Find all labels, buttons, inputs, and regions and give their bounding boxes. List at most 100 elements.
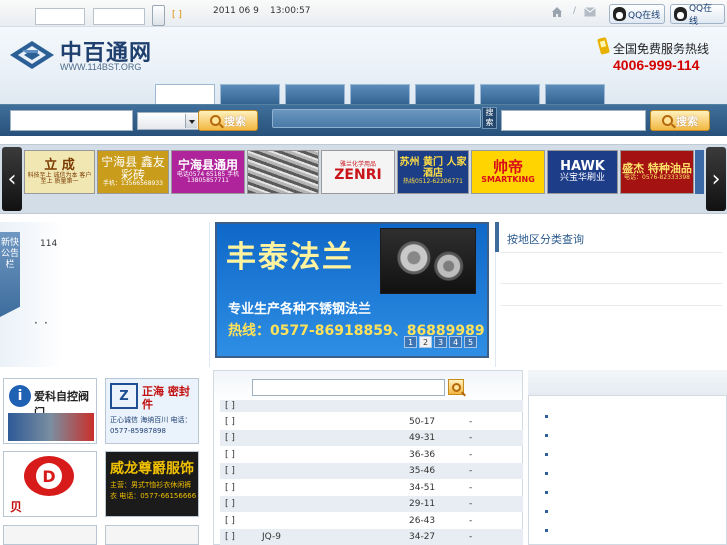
tab-3[interactable]	[285, 84, 345, 105]
list-bullet	[545, 415, 548, 418]
row-mark: [ ]	[225, 483, 235, 493]
right-list-header	[528, 370, 727, 396]
table-row[interactable]: [ ]	[220, 400, 523, 412]
search-input[interactable]	[10, 110, 133, 131]
banner-page-1[interactable]: 1	[404, 336, 417, 348]
table-row[interactable]: [ ] 36-36 -	[220, 447, 523, 463]
ad-subtitle: 正心诚信 海纳百川 电话：0577-85987898	[110, 416, 192, 435]
password-input[interactable]	[93, 8, 145, 25]
notice-dot: ·	[44, 316, 48, 330]
table-row[interactable]: [ ] 26-43 -	[220, 513, 523, 529]
ad-zenri[interactable]: 雅兰化学用品 ZENRI	[321, 150, 395, 194]
row-number: 29-11	[409, 499, 436, 509]
aike-logo-icon: i	[9, 385, 31, 407]
table-row[interactable]: [ ] JQ-9 34-27 -	[220, 529, 523, 545]
list-search-button[interactable]	[448, 379, 464, 395]
notice-board	[0, 222, 210, 367]
search-button[interactable]: 搜索	[198, 110, 258, 131]
search-button-2[interactable]: 搜索	[650, 110, 710, 131]
ad-screws[interactable]	[247, 150, 319, 194]
ad-subtitle: 主营：男式T恤衫衣休闲裤衣 电话：0577-66156666	[110, 481, 197, 500]
qq-label-1: QQ在线	[628, 10, 661, 21]
site-url: WWW.114BST.ORG	[60, 62, 142, 72]
zhenghai-logo-icon: Z	[110, 383, 138, 409]
list-bullet	[545, 510, 548, 513]
row-number: 49-31	[409, 433, 436, 443]
ad-subtitle: 科技至上 诚信为本 客户至上 质量第一	[27, 171, 92, 185]
keyword-bar[interactable]	[272, 109, 481, 128]
area-title[interactable]: 按地区分类查询	[507, 231, 584, 247]
row-dash: -	[469, 532, 473, 542]
qq-online-button-1[interactable]: QQ在线	[609, 4, 665, 24]
banner-page-4[interactable]: 4	[449, 336, 462, 348]
ad-shengjie[interactable]: 盛杰 特种油品 电话：0576-82333398	[620, 150, 694, 194]
tab-2[interactable]	[220, 84, 280, 105]
row-dash: -	[469, 417, 473, 427]
site-logo-icon[interactable]	[8, 38, 56, 72]
flange-image	[380, 228, 476, 294]
ad-xinyou[interactable]: 宁海县 鑫友彩砖 手机：13566568933	[97, 150, 169, 194]
banner-page-2[interactable]: 2	[419, 336, 432, 348]
ad-beide[interactable]: D 贝 得	[3, 451, 97, 517]
login-button[interactable]	[152, 5, 165, 26]
tab-6[interactable]	[480, 84, 540, 105]
row-mark: [ ]	[225, 466, 235, 476]
tab-7[interactable]	[545, 84, 605, 105]
scroll-right-button[interactable]: ›	[706, 147, 726, 211]
ad-weilong-apparel[interactable]: 威龙尊爵服饰 主营：男式T恤衫衣休闲裤衣 电话：0577-66156666	[105, 451, 199, 517]
row-mark: [ ]	[225, 450, 235, 460]
ad-tongyong[interactable]: 宁海县通用 电话0574 65185 手机13805857711	[171, 150, 245, 194]
banner-page-5[interactable]: 5	[464, 336, 477, 348]
ad-title: 宁海县 鑫友彩砖	[101, 155, 165, 182]
date-text: 2011 06 9	[213, 6, 259, 16]
notice-item[interactable]: 114	[40, 239, 57, 249]
mail-icon[interactable]	[584, 7, 596, 17]
ad-smartking[interactable]: 帅帝 SMARTKING	[471, 150, 545, 194]
right-list-panel	[528, 370, 727, 545]
notice-dot: ·	[34, 316, 38, 330]
ad-subtitle: 热线0512-62206771	[403, 178, 463, 186]
ad-title: 盛杰 特种油品	[622, 162, 692, 176]
table-row[interactable]: [ ] 50-17 -	[220, 414, 523, 430]
home-icon[interactable]	[551, 6, 563, 18]
register-link[interactable]: [ ]	[172, 10, 182, 20]
divider	[500, 252, 722, 253]
banner-page-3[interactable]: 3	[434, 336, 447, 348]
ad-hotel[interactable]: 苏州 黄门 人家 酒店 热线0512-62206771	[397, 150, 469, 194]
ad-partial[interactable]	[695, 150, 704, 194]
row-dash: -	[469, 466, 473, 476]
category-select[interactable]	[137, 112, 199, 130]
tab-4[interactable]	[350, 84, 410, 105]
ad-zhenghai-seal[interactable]: Z 正海 密封件 正心诚信 海纳百川 电话：0577-85987898	[105, 378, 199, 444]
ad-title: ZENRI	[334, 166, 382, 183]
ad-partial-bottom[interactable]	[105, 525, 199, 545]
table-row[interactable]: [ ] 35-46 -	[220, 463, 523, 479]
tab-5[interactable]	[415, 84, 475, 105]
ad-lcheng[interactable]: 立 成 科技至上 诚信为本 客户至上 质量第一	[24, 150, 95, 194]
list-search-input[interactable]	[252, 379, 445, 396]
username-input[interactable]	[35, 8, 85, 25]
scroll-left-button[interactable]: ‹	[2, 147, 22, 211]
tab-1[interactable]	[155, 84, 215, 105]
search-vertical-label: 搜索	[482, 107, 497, 129]
search-input-2[interactable]	[501, 110, 646, 131]
notice-flag: 新快公告栏	[0, 232, 20, 317]
hotline-number: 4006-999-114	[613, 57, 700, 73]
chevron-left-icon: ‹	[7, 166, 17, 192]
list-bullet	[545, 453, 548, 456]
table-row[interactable]: [ ] 49-31 -	[220, 430, 523, 446]
table-row[interactable]: [ ] 34-51 -	[220, 480, 523, 496]
row-number: 36-36	[409, 450, 436, 460]
row-name: JQ-9	[262, 532, 281, 542]
row-number: 35-46	[409, 466, 436, 476]
table-row[interactable]: [ ] 29-11 -	[220, 496, 523, 512]
search-button-2-label: 搜索	[676, 114, 698, 128]
ad-partial-bottom[interactable]	[3, 525, 97, 545]
ad-hawk[interactable]: HAWK 兴宝华刷业	[547, 150, 618, 194]
time-text: 13:00:57	[270, 6, 311, 16]
phone-icon	[597, 37, 610, 55]
ad-aike-valve[interactable]: i 爱科自控阀门	[3, 378, 97, 444]
qq-online-button-2[interactable]: QQ在线	[670, 4, 725, 27]
row-mark: [ ]	[225, 417, 235, 427]
row-mark: [ ]	[225, 532, 235, 542]
